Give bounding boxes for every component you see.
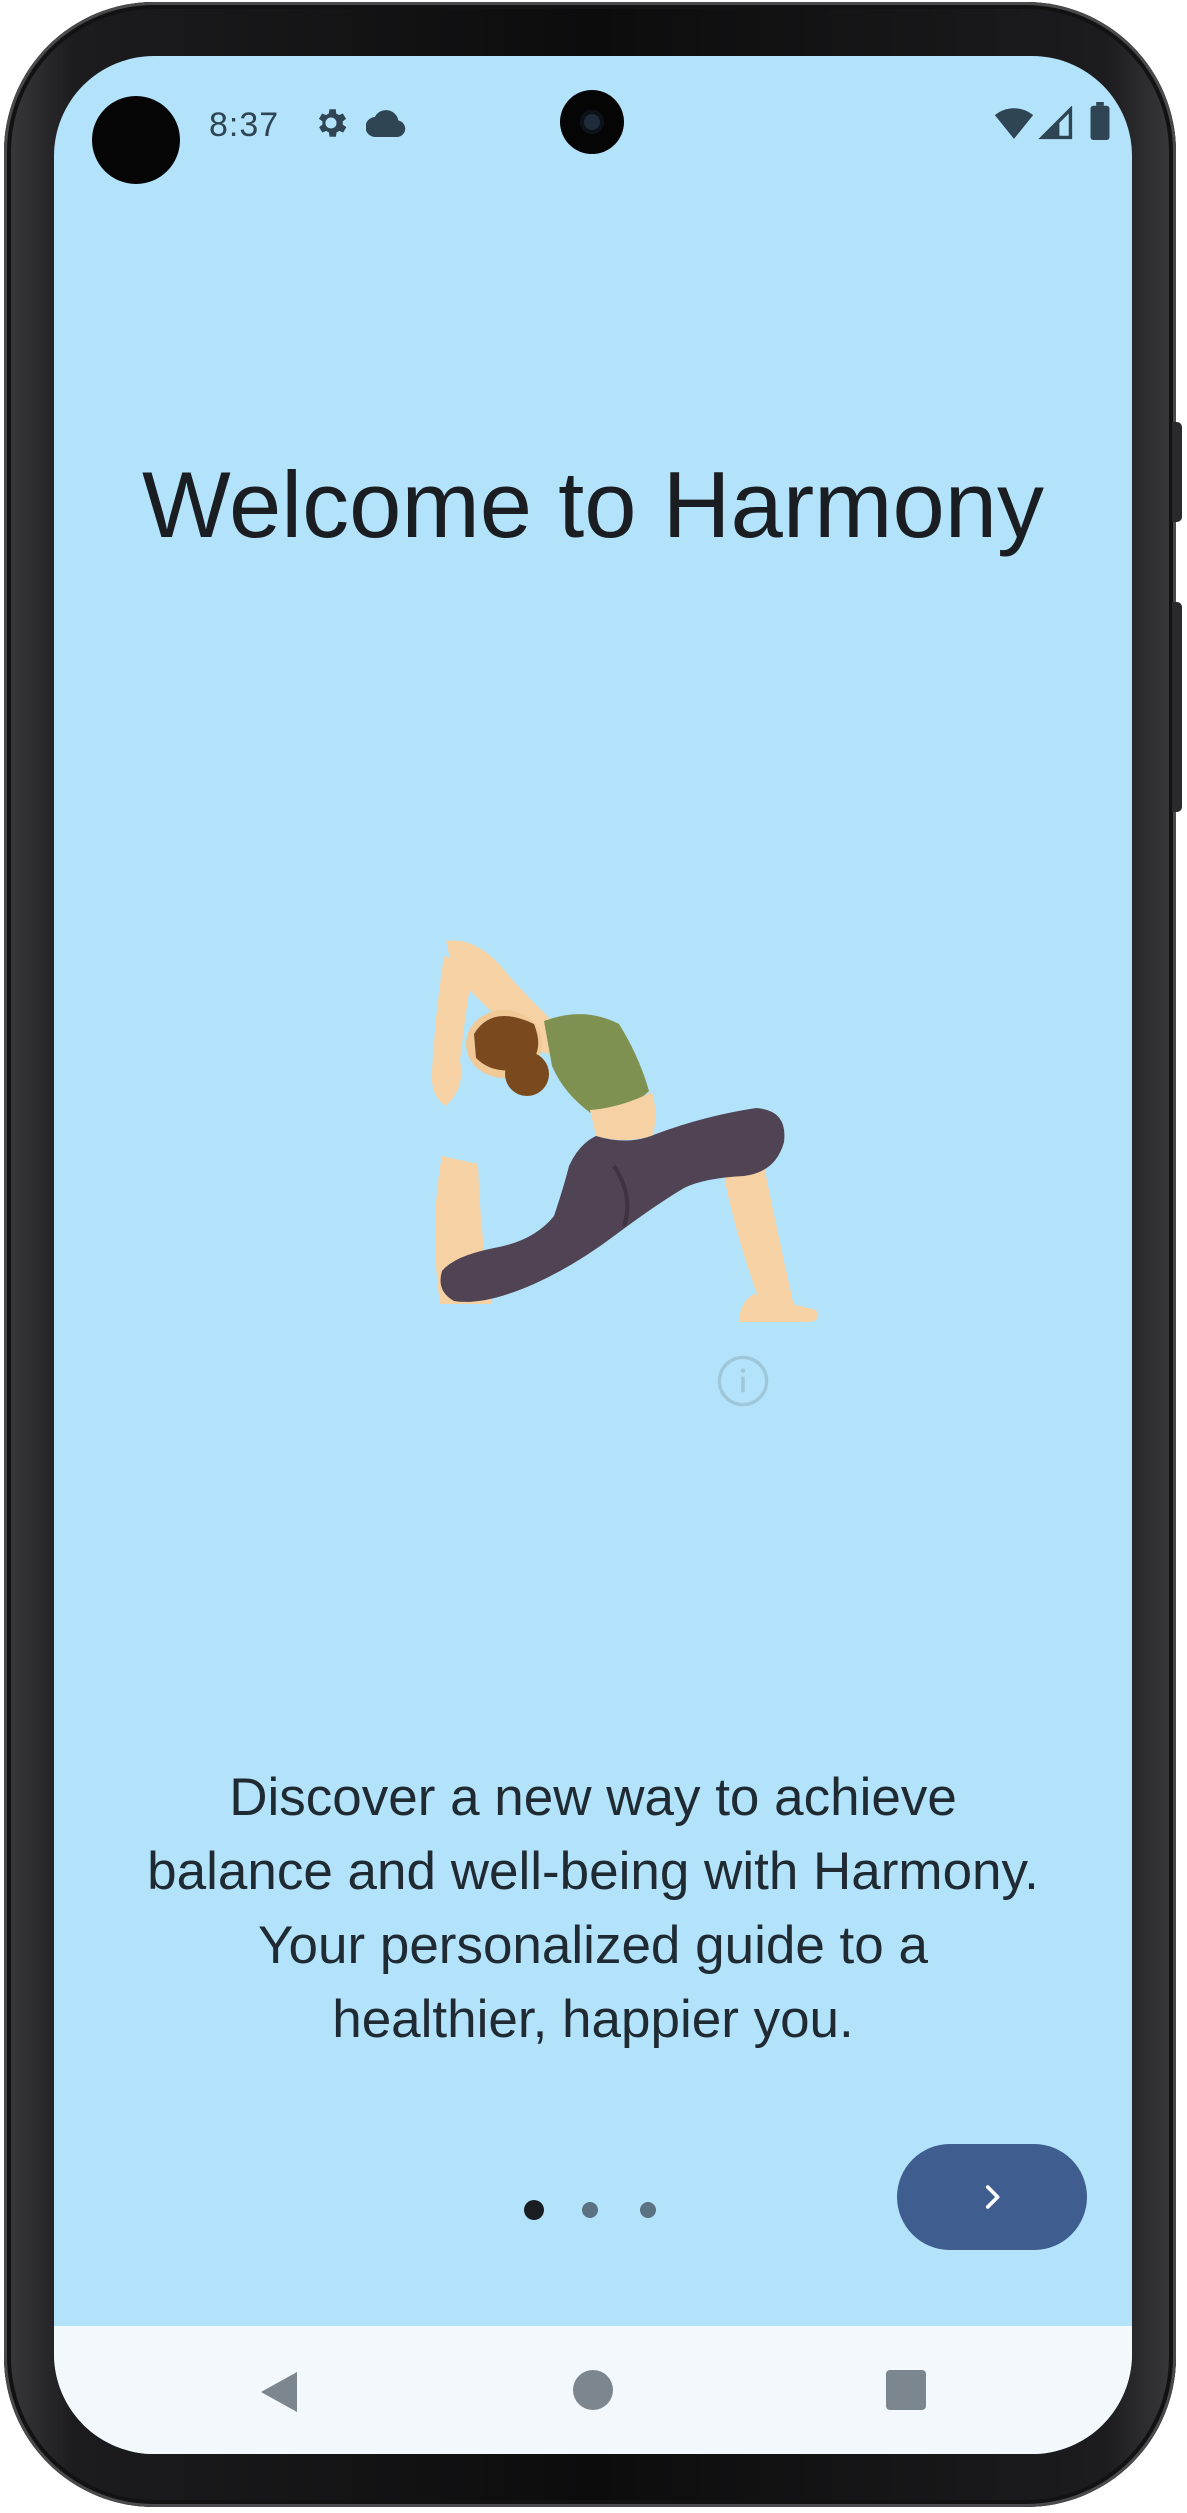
- status-time: 8:37: [209, 106, 280, 144]
- page-indicator: [524, 2196, 704, 2226]
- cloud-icon: [365, 108, 406, 143]
- power-button: [1172, 422, 1182, 522]
- front-shin: [724, 1166, 794, 1308]
- home-icon: [573, 2370, 613, 2410]
- front-camera: [560, 90, 624, 154]
- page-dot-3[interactable]: [640, 2202, 656, 2218]
- info-icon[interactable]: [716, 1354, 770, 1408]
- phone-frame: 8:37 Welcome to Harmony Discover a new w…: [4, 2, 1182, 2507]
- hair-bun: [505, 1052, 549, 1096]
- device-stage: 8:37 Welcome to Harmony Discover a new w…: [0, 0, 1187, 2513]
- home-button[interactable]: [533, 2326, 653, 2454]
- page-dot-1[interactable]: [524, 2200, 544, 2220]
- settings-icon: [312, 104, 350, 147]
- wifi-icon: [994, 106, 1034, 145]
- battery-icon: [1090, 102, 1110, 145]
- signal-icon: [1038, 105, 1074, 145]
- green-top: [544, 1014, 649, 1114]
- page-dot-2[interactable]: [582, 2202, 598, 2218]
- profile-dot: [92, 96, 180, 184]
- yoga-pose-illustration: [431, 940, 818, 1322]
- screen: 8:37 Welcome to Harmony Discover a new w…: [54, 56, 1132, 2454]
- next-button[interactable]: [897, 2144, 1087, 2250]
- onboarding-title: Welcome to Harmony: [142, 452, 1044, 557]
- recents-button[interactable]: [846, 2326, 966, 2454]
- navigation-bar: [54, 2326, 1132, 2454]
- back-icon: [261, 2372, 297, 2412]
- chevron-right-icon: [985, 2185, 1000, 2209]
- volume-button: [1172, 602, 1182, 812]
- back-button[interactable]: [219, 2326, 339, 2454]
- onboarding-description: Discover a new way to achieve balance an…: [147, 1768, 1039, 2049]
- recents-icon: [886, 2370, 926, 2410]
